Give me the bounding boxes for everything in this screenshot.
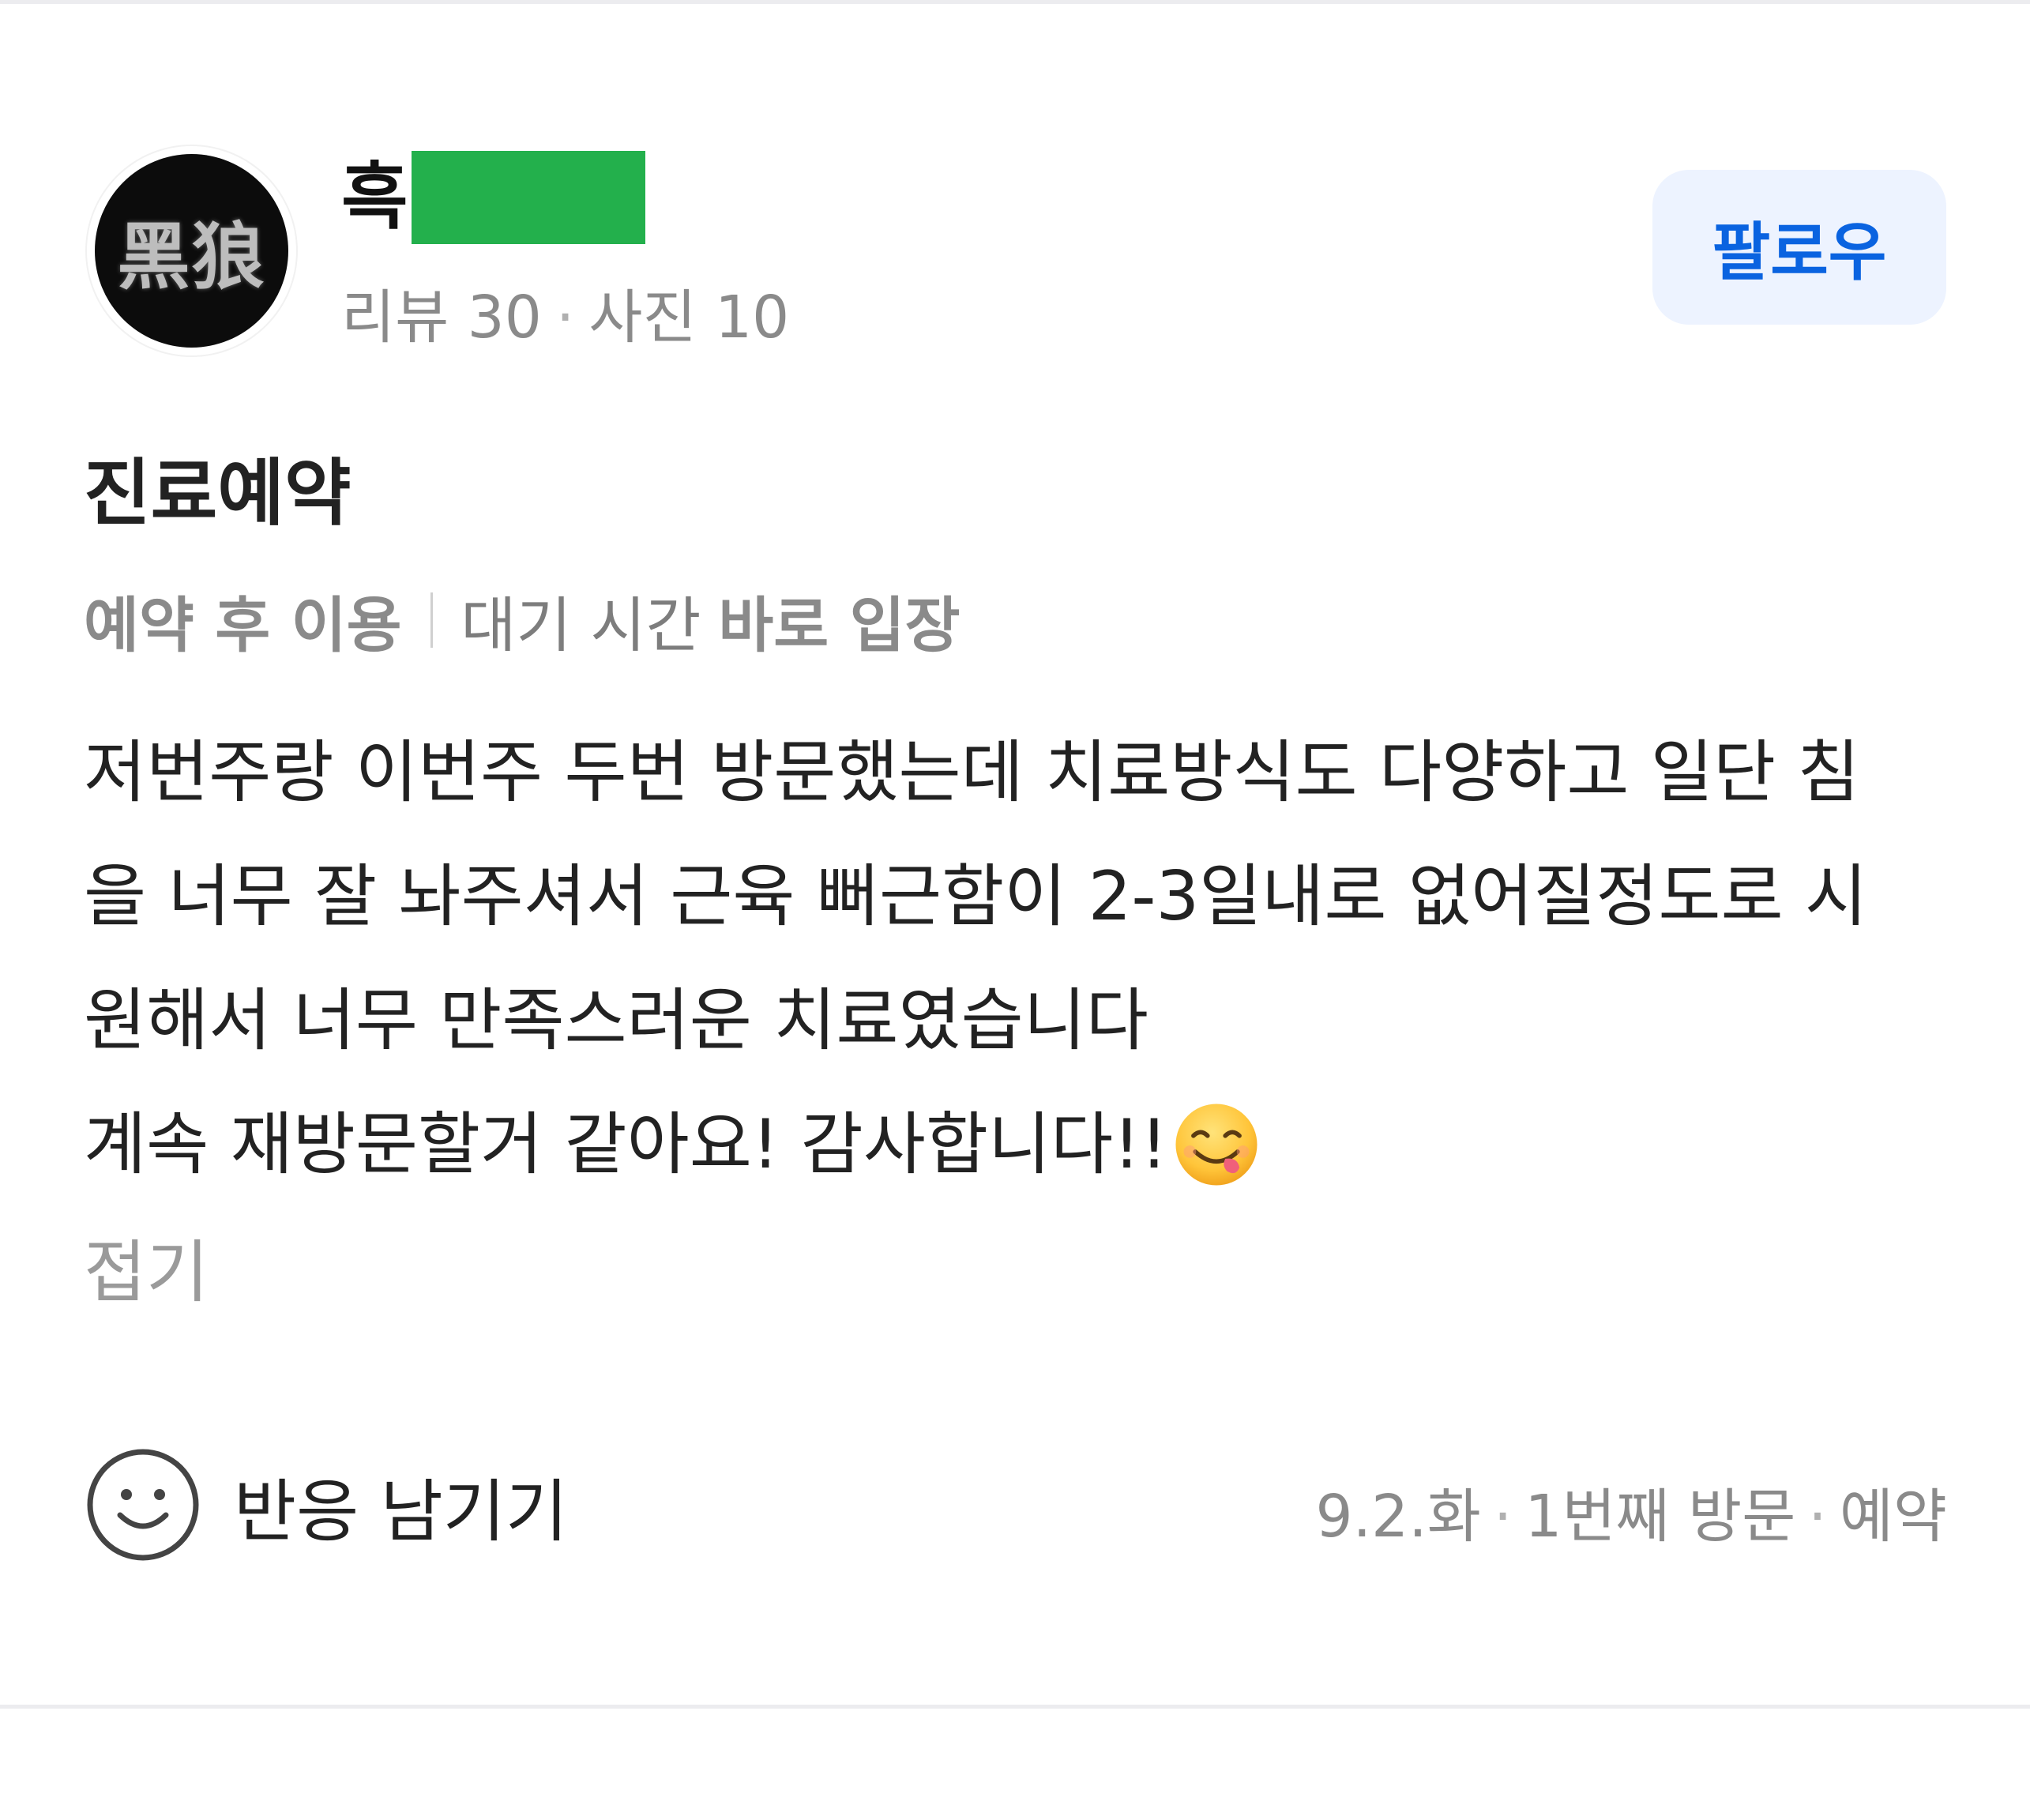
avatar-text: 黑狼 <box>117 214 266 299</box>
reaction-label: 반응 남기기 <box>234 1472 568 1551</box>
visit-separator: · <box>1493 1483 1513 1551</box>
photo-count: 사진 10 <box>588 284 790 352</box>
redaction-box <box>411 151 645 244</box>
avatar-image: 黑狼 <box>95 154 288 348</box>
yum-face-emoji <box>1175 1104 1257 1186</box>
leave-reaction-button[interactable]: 반응 남기기 <box>84 1446 568 1564</box>
review-line: 원해서 너무 만족스러운 치료였습니다 <box>84 981 1148 1060</box>
avatar[interactable]: 黑狼 <box>87 146 296 355</box>
bottom-divider <box>0 1705 2030 1709</box>
review-line-text: 계속 재방문할거 같아요! 감사합니다!! <box>84 1105 1168 1184</box>
user-name: 흑 <box>341 155 408 239</box>
review-line-last: 계속 재방문할거 같아요! 감사합니다!! <box>84 1083 1964 1207</box>
wait-time-label: 대기 시간 <box>461 590 701 660</box>
usage-label: 예약 후 이용 <box>84 590 402 660</box>
review-text: 저번주랑 이번주 두번 방문했는데 치료방식도 다양하고 일단 침 을 너무 잘… <box>84 711 1964 1207</box>
follow-button[interactable]: 팔로우 <box>1652 170 1946 325</box>
meta-divider <box>430 592 433 648</box>
visit-separator: · <box>1808 1483 1827 1551</box>
top-divider <box>0 0 2030 4</box>
review-category: 진료예약 <box>84 451 351 536</box>
review-line: 저번주랑 이번주 두번 방문했는데 치료방식도 다양하고 일단 침 <box>84 733 1860 812</box>
stats-separator: · <box>555 284 575 352</box>
review-meta: 예약 후 이용 대기 시간 바로 입장 <box>84 577 960 664</box>
user-stats: 리뷰 30 · 사진 10 <box>341 270 789 355</box>
review-card: 黑狼 흑 리뷰 30 · 사진 10 팔로우 진료예약 예약 후 이용 대기 시간 … <box>0 0 2030 1820</box>
visit-count: 1번째 방문 <box>1524 1483 1796 1551</box>
smile-icon <box>87 1449 199 1561</box>
visit-date: 9.2.화 <box>1315 1483 1481 1551</box>
review-line: 을 너무 잘 놔주셔서 근육 뻐근함이 2-3일내로 없어질정도로 시 <box>84 857 1868 936</box>
review-count: 리뷰 30 <box>341 284 542 352</box>
collapse-link[interactable]: 접기 <box>84 1216 209 1315</box>
wait-time-value: 바로 입장 <box>718 590 960 660</box>
visit-info: 9.2.화 · 1번째 방문 · 예약 <box>1316 1469 1947 1554</box>
user-name-row[interactable]: 흑 <box>341 150 645 245</box>
visit-type: 예약 <box>1839 1483 1947 1551</box>
